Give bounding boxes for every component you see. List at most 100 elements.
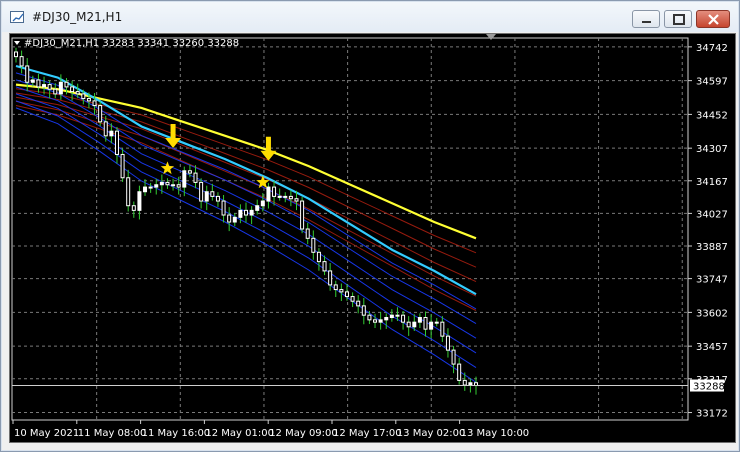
candle-body [417,317,422,323]
candle-body [468,382,473,386]
price-tick-label: 33747 [696,275,728,286]
candle-body [210,191,215,197]
candle-body [445,335,450,351]
chart-window: #DJ30_M21,H1 34742 34597 34452 34307 34167 34… [0,0,740,452]
candle-body [120,153,125,179]
blue-ribbon-line [15,79,477,325]
candle-body [159,181,164,186]
candle-body [182,170,187,188]
candle-body [215,195,220,202]
candle-body [64,81,69,88]
price-tick-label: 34452 [696,110,728,121]
candle-body [462,379,467,386]
candle-body [193,172,198,183]
candle-body [300,200,305,230]
close-button[interactable] [696,10,730,28]
price-tick-label: 34307 [696,144,728,155]
price-chart[interactable]: 34742 34597 34452 34307 34167 34027 33887 33747… [9,33,736,443]
candle-body [187,170,192,174]
candle-body [165,181,170,186]
candle-body [406,321,411,328]
candle-body [395,314,400,317]
time-tick-label: 11 May 08:00 [78,428,147,439]
candle-body [272,186,277,197]
candle-body [401,314,406,323]
candle-body [143,186,148,193]
blue-ribbon-line [15,100,477,369]
candle-body [423,317,428,330]
minimize-button[interactable] [632,10,660,28]
candle-body [114,130,119,155]
candle-body [412,321,417,328]
candle-body [294,198,299,202]
candle-body [244,209,248,216]
window-title: #DJ30_M21,H1 [32,10,123,24]
candle-body [283,195,288,198]
close-icon [708,14,719,25]
candle-body [126,177,131,207]
candle-body [42,84,47,88]
candle-body [109,130,114,137]
candle-body [434,321,439,324]
candle-body [36,79,41,88]
candle-body [176,184,181,188]
candle-body [288,195,293,200]
candle-body [47,84,52,90]
candle-body [255,205,260,211]
candle-body [339,289,344,293]
price-tick-label: 34027 [696,209,728,220]
candle-body [53,88,58,95]
candle-body [131,205,136,211]
candle-body [451,349,456,365]
candle-body [86,98,91,102]
candle-body [316,251,321,263]
candle-body [277,195,282,198]
candle-body [148,186,153,189]
time-tick-label: 11 May 16:00 [142,428,211,439]
candle-body [19,56,24,67]
candle-body [249,209,254,216]
chart-window-icon [10,11,24,23]
time-tick-label: 13 May 02:00 [397,428,466,439]
blue-ribbon-line [15,93,477,354]
candle-body [204,191,209,202]
time-tick-label: 12 May 09:00 [269,428,338,439]
time-tick-label: 13 May 10:00 [461,428,530,439]
candle-body [58,81,63,95]
candle-body [75,91,80,95]
candle-body [305,228,310,239]
current-price-label: 33288 [693,382,725,393]
candle-body [322,261,327,272]
candle-body [103,121,108,137]
candle-body [137,191,142,211]
candle-body [266,186,271,202]
candle-body [350,296,355,302]
time-tick-label: 12 May 17:00 [333,428,402,439]
title-bar[interactable]: #DJ30_M21,H1 [2,2,738,32]
chart-canvas[interactable]: 34742 34597 34452 34307 34167 34027 33887 33747… [10,34,735,442]
maximize-button[interactable] [664,10,692,28]
candle-body [361,305,366,316]
time-tick-label: 12 May 01:00 [205,428,274,439]
candle-body [440,321,445,337]
candle-body [70,86,75,93]
chart-shift-icon [486,34,496,40]
price-tick-label: 33172 [696,409,728,420]
red-ribbon-line [15,100,477,297]
price-tick-label: 34742 [696,43,728,54]
candle-body [92,100,97,107]
candle-body [389,314,394,319]
price-tick-label: 33457 [696,342,728,353]
blue-ribbon-line [15,72,477,310]
chart-header-text: #DJ30_M21,H1 33283 33341 33260 33288 [24,38,239,49]
candle-body [328,270,333,286]
candle-body [384,317,389,321]
candle-body [378,319,383,323]
candle-body [221,200,226,216]
candle-body [311,237,316,253]
candle-body [14,51,18,58]
candle-body [81,93,86,100]
candle-body [367,314,372,321]
candle-body [429,321,434,330]
candle-body [227,214,232,223]
